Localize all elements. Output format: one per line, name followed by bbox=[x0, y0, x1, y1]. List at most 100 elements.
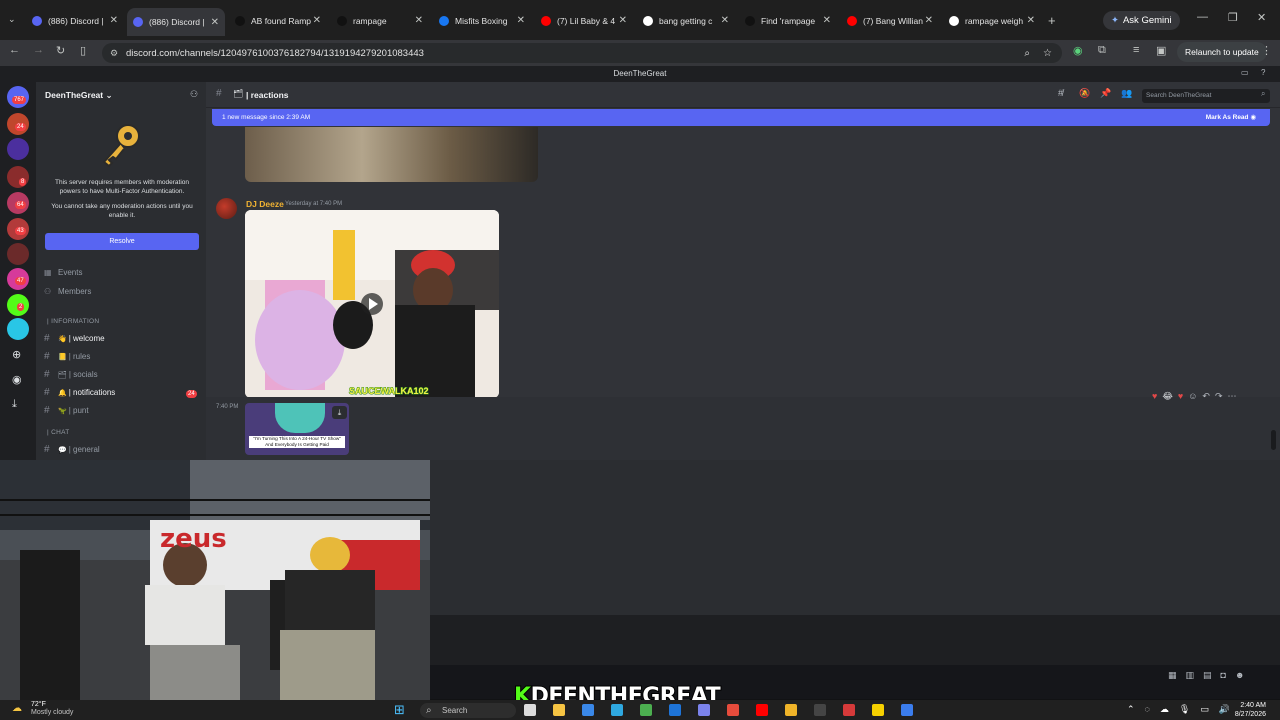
split-view-icon[interactable]: ▯ bbox=[80, 44, 86, 57]
notification-settings-icon[interactable]: 🔕 bbox=[1079, 88, 1090, 99]
tab-search-icon[interactable]: ⌄ bbox=[8, 14, 16, 25]
discover-icon[interactable]: ◉ bbox=[12, 373, 22, 386]
display-icon[interactable]: ▭ bbox=[1200, 704, 1209, 715]
gift-icon[interactable]: ▥ bbox=[1186, 670, 1195, 681]
chrome-icon[interactable] bbox=[640, 704, 652, 716]
download-apps-icon[interactable]: ⤓ bbox=[12, 398, 17, 411]
file-explorer-icon[interactable] bbox=[553, 704, 565, 716]
tab-10[interactable]: rampage weigh ✕ bbox=[943, 10, 1041, 31]
server-icon[interactable] bbox=[7, 318, 29, 340]
hovered-message-row[interactable] bbox=[206, 397, 1280, 461]
channel-item[interactable]: # 🗂 | socials bbox=[44, 369, 98, 380]
add-reaction-icon[interactable]: ☺ bbox=[1188, 391, 1197, 402]
tab-close-icon[interactable]: ✕ bbox=[925, 15, 933, 26]
outlook-icon[interactable] bbox=[669, 704, 681, 716]
minimize-icon[interactable]: — bbox=[1197, 11, 1208, 23]
tray-overflow-icon[interactable]: ⌃ bbox=[1127, 704, 1135, 715]
message-author[interactable]: DJ Deeze bbox=[246, 199, 284, 209]
forward-message-icon[interactable]: ↷ bbox=[1215, 391, 1223, 402]
weather-icon[interactable]: ☁ bbox=[12, 703, 22, 714]
app-icon[interactable] bbox=[611, 704, 623, 716]
category-information[interactable]: | INFORMATION bbox=[47, 318, 99, 325]
site-info-icon[interactable]: ⚙ bbox=[110, 48, 118, 59]
new-messages-bar[interactable]: 1 new message since 2:39 AM bbox=[212, 109, 1270, 126]
task-view-icon[interactable] bbox=[524, 704, 536, 716]
extensions-puzzle-icon[interactable]: ⧉ bbox=[1098, 44, 1106, 57]
emoji-icon[interactable]: ☻ bbox=[1235, 670, 1244, 681]
tab-close-icon[interactable]: ✕ bbox=[211, 17, 219, 28]
back-icon[interactable]: ← bbox=[9, 44, 20, 56]
terminal-icon[interactable] bbox=[814, 704, 826, 716]
video-attachment[interactable]: SAUCEWALKA102 bbox=[245, 210, 499, 398]
sidebar-item-events[interactable]: ▦ Events bbox=[44, 268, 82, 277]
profile-icon[interactable]: ▣ bbox=[1156, 44, 1166, 57]
channel-item[interactable]: # 🔔 | notifications bbox=[44, 387, 115, 398]
add-server-icon[interactable]: ⊕ bbox=[12, 348, 21, 361]
bookmark-star-icon[interactable]: ☆ bbox=[1043, 48, 1052, 59]
channel-item[interactable]: # 🦖 | punt bbox=[44, 405, 89, 416]
new-tab-button[interactable]: + bbox=[1048, 13, 1056, 28]
category-chat[interactable]: | CHAT bbox=[47, 429, 70, 436]
laugh-reaction-icon[interactable]: 😂 bbox=[1162, 391, 1173, 402]
sticker-icon[interactable]: ◘ bbox=[1221, 670, 1226, 681]
chat-scrollbar[interactable] bbox=[1271, 430, 1276, 450]
extension-icon[interactable]: ◉ bbox=[1073, 44, 1083, 57]
channel-item[interactable]: # 📒 | rules bbox=[44, 351, 90, 362]
threads-icon[interactable]: #̸ bbox=[1058, 88, 1063, 98]
server-icon[interactable] bbox=[7, 138, 29, 160]
mark-as-read-button[interactable]: Mark As Read ◉ bbox=[1206, 109, 1256, 126]
reply-icon[interactable]: ↶ bbox=[1202, 391, 1210, 402]
zoom-icon[interactable]: ⌕ bbox=[1024, 48, 1030, 59]
tab-8[interactable]: Find 'rampage ✕ bbox=[739, 10, 837, 31]
tab-close-icon[interactable]: ✕ bbox=[313, 15, 321, 26]
inbox-icon[interactable]: ▭ bbox=[1241, 68, 1249, 77]
avatar[interactable] bbox=[216, 198, 237, 219]
tab-close-icon[interactable]: ✕ bbox=[721, 15, 729, 26]
grid-icon[interactable]: ▦ bbox=[1168, 670, 1177, 681]
browser-app-icon[interactable] bbox=[901, 704, 913, 716]
download-icon[interactable]: ⤓ bbox=[332, 406, 347, 419]
youtube-music-icon[interactable] bbox=[756, 704, 768, 716]
tab-close-icon[interactable]: ✕ bbox=[517, 15, 525, 26]
more-options-icon[interactable]: ⋯ bbox=[1228, 391, 1237, 402]
pinned-icon[interactable]: 📌 bbox=[1100, 88, 1111, 99]
member-list-icon[interactable]: 👥 bbox=[1121, 88, 1132, 99]
tab-3[interactable]: AB found Ramp ✕ bbox=[229, 10, 327, 31]
maximize-icon[interactable]: ❐ bbox=[1228, 11, 1238, 24]
channel-item[interactable]: # 💬 | general bbox=[44, 444, 100, 455]
record-icon[interactable] bbox=[843, 704, 855, 716]
url-bar[interactable]: ⚙ discord.com/channels/12049761003761827… bbox=[102, 43, 1062, 63]
sidebar-item-members[interactable]: ⚇ Members bbox=[44, 287, 91, 296]
tab-7[interactable]: bang getting c ✕ bbox=[637, 10, 735, 31]
teams-icon[interactable] bbox=[698, 704, 710, 716]
close-window-icon[interactable]: ✕ bbox=[1257, 11, 1266, 24]
heart-reaction-icon[interactable]: ♥ bbox=[1152, 391, 1157, 402]
start-windows-icon[interactable]: ⊞ bbox=[394, 702, 405, 718]
search-input[interactable]: Search DeenTheGreat bbox=[1142, 89, 1270, 103]
resolve-button[interactable]: Resolve bbox=[45, 233, 199, 250]
microphone-icon[interactable]: 🎙 bbox=[1179, 704, 1190, 715]
ask-gemini-button[interactable]: ✦ Ask Gemini bbox=[1103, 11, 1180, 30]
tab-9[interactable]: (7) Bang Willian ✕ bbox=[841, 10, 939, 31]
server-name-dropdown[interactable]: DeenTheGreat ⌄ bbox=[45, 90, 113, 101]
cry-reaction-icon[interactable]: ♥ bbox=[1178, 391, 1183, 402]
channel-item[interactable]: # 👋 | welcome bbox=[44, 333, 105, 344]
taskbar-search[interactable]: ⌕ Search bbox=[420, 703, 516, 718]
store-icon[interactable] bbox=[582, 704, 594, 716]
reload-icon[interactable]: ↻ bbox=[56, 44, 65, 57]
tab-close-icon[interactable]: ✕ bbox=[1027, 15, 1035, 26]
taskbar-clock[interactable]: 2:40 AM 8/27/2026 bbox=[1222, 701, 1266, 719]
browser-menu-icon[interactable]: ⋮ bbox=[1261, 44, 1272, 57]
tab-4[interactable]: rampage ✕ bbox=[331, 10, 429, 31]
tab-6[interactable]: (7) Lil Baby & 4 ✕ bbox=[535, 10, 633, 31]
relaunch-to-update-button[interactable]: Relaunch to update bbox=[1177, 42, 1267, 62]
tab-close-icon[interactable]: ✕ bbox=[619, 15, 627, 26]
tab-close-icon[interactable]: ✕ bbox=[110, 15, 118, 26]
norton-icon[interactable] bbox=[872, 704, 884, 716]
server-icon[interactable] bbox=[7, 166, 29, 188]
add-member-icon[interactable]: ⚇ bbox=[190, 89, 198, 100]
chrome-profile-icon[interactable] bbox=[727, 704, 739, 716]
server-icon[interactable] bbox=[7, 243, 29, 265]
help-icon[interactable]: ? bbox=[1261, 68, 1265, 77]
tab-5[interactable]: Misfits Boxing ✕ bbox=[433, 10, 531, 31]
